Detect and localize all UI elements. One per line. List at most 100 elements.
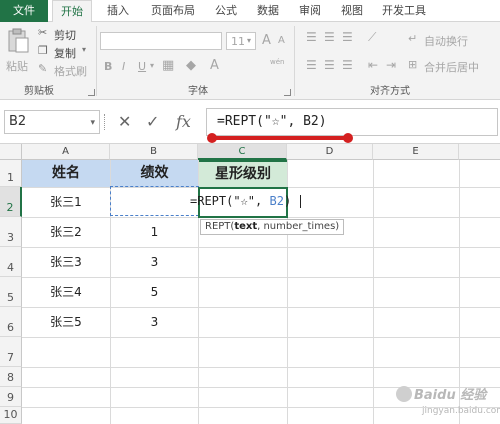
format-painter-button[interactable]: ✎ 格式刷 — [38, 62, 92, 78]
font-color-icon[interactable]: A — [210, 58, 219, 73]
tab-insert[interactable]: 插入 — [98, 0, 138, 22]
name-box[interactable]: B2 ▾ — [4, 110, 100, 134]
annotation-underline — [207, 133, 353, 143]
grow-font-icon[interactable]: A — [262, 33, 271, 48]
border-icon[interactable]: ▦ — [162, 58, 174, 73]
tab-data[interactable]: 数据 — [250, 0, 286, 22]
tab-file[interactable]: 文件 — [0, 0, 48, 22]
clipboard-launcher-icon[interactable] — [88, 89, 95, 96]
cell-a6[interactable]: 张三5 — [22, 308, 110, 337]
font-size-dropdown[interactable]: 11 ▾ — [226, 32, 256, 50]
italic-button[interactable]: I — [122, 60, 125, 73]
formula-prefix: =REPT("☆", — [190, 194, 263, 208]
column-header-f[interactable] — [459, 144, 500, 160]
row-number: 4 — [7, 261, 14, 274]
font-name-dropdown[interactable] — [100, 32, 222, 50]
align-right-icon[interactable]: ☰ — [342, 58, 353, 72]
align-middle-icon[interactable]: ☰ — [324, 30, 335, 44]
row-number: 3 — [7, 231, 14, 244]
cell-c1[interactable]: 星形级别 — [199, 160, 287, 187]
copy-icon: ❐ — [38, 44, 48, 57]
grid-line — [22, 367, 500, 368]
column-header-c[interactable]: C — [198, 144, 287, 160]
tab-review[interactable]: 审阅 — [292, 0, 328, 22]
group-divider — [294, 26, 295, 96]
tooltip-function: REPT( — [205, 221, 235, 232]
outdent-icon[interactable]: ⇥ — [386, 58, 396, 72]
row-header-9[interactable]: 9 — [0, 387, 22, 407]
row-header-5[interactable]: 5 — [0, 277, 22, 307]
copy-label: 复制 — [54, 47, 76, 60]
watermark-title: Baidu 经验 — [414, 388, 487, 403]
cell-b4[interactable]: 3 — [111, 248, 198, 277]
formula-input[interactable]: =REPT("☆", B2) — [206, 108, 498, 136]
function-tooltip: REPT(text, number_times) — [200, 219, 345, 235]
tab-home[interactable]: 开始 — [52, 0, 92, 23]
column-header-a[interactable]: A — [22, 144, 110, 160]
tab-page-layout[interactable]: 页面布局 — [144, 0, 202, 22]
cell-a1[interactable]: 姓名 — [22, 160, 110, 187]
cell-edit-text[interactable]: =REPT("☆", B2) — [190, 194, 302, 208]
shrink-font-icon[interactable]: A — [278, 35, 285, 46]
bold-button[interactable]: B — [104, 60, 112, 73]
paste-button[interactable]: 粘贴 — [4, 28, 32, 78]
formula-suffix: ) — [283, 194, 292, 208]
font-launcher-icon[interactable] — [284, 89, 291, 96]
splitter-handle[interactable] — [104, 114, 106, 130]
cell-b3[interactable]: 1 — [111, 218, 198, 247]
row-header-3[interactable]: 3 — [0, 217, 22, 247]
cancel-icon[interactable]: ✕ — [118, 110, 131, 134]
row-header-6[interactable]: 6 — [0, 307, 22, 337]
merge-center-label: 合并后居中 — [424, 61, 479, 74]
group-divider — [96, 26, 97, 96]
scissors-icon: ✂ — [38, 26, 48, 39]
paste-icon — [8, 28, 29, 53]
orientation-icon[interactable]: ⟋ — [368, 30, 376, 45]
cell-b1[interactable]: 绩效 — [111, 160, 198, 187]
cell-a4[interactable]: 张三3 — [22, 248, 110, 277]
tab-developer[interactable]: 开发工具 — [376, 0, 432, 22]
paste-label: 粘贴 — [6, 60, 28, 73]
copy-button[interactable]: ❐ 复制 ▾ — [38, 44, 92, 60]
enter-icon[interactable]: ✓ — [146, 110, 159, 134]
cut-label: 剪切 — [54, 29, 76, 42]
align-bottom-icon[interactable]: ☰ — [342, 30, 353, 44]
tab-formulas[interactable]: 公式 — [208, 0, 244, 22]
row-header-10[interactable]: 10 — [0, 407, 22, 424]
row-header-1[interactable]: 1 — [0, 160, 22, 187]
cell-b6[interactable]: 3 — [111, 308, 198, 337]
row-header-4[interactable]: 4 — [0, 247, 22, 277]
row-header-2[interactable]: 2 — [0, 187, 22, 217]
row-number: 6 — [7, 321, 14, 334]
paw-icon — [396, 386, 412, 402]
column-header-b[interactable]: B — [110, 144, 198, 160]
cut-button[interactable]: ✂ 剪切 — [38, 26, 88, 42]
align-top-icon[interactable]: ☰ — [306, 30, 317, 44]
chevron-down-icon: ▾ — [150, 61, 155, 70]
column-header-e[interactable]: E — [373, 144, 459, 160]
merge-center-button[interactable]: ⊞ 合并后居中 — [408, 58, 500, 74]
insert-function-icon[interactable]: fx — [176, 110, 191, 134]
tooltip-rest: , number_times) — [257, 221, 340, 232]
column-header-d[interactable]: D — [287, 144, 373, 160]
font-size-value: 11 — [231, 35, 245, 48]
align-left-icon[interactable]: ☰ — [306, 58, 317, 72]
cell-a2[interactable]: 张三1 — [22, 188, 110, 217]
phonetic-icon[interactable]: wén — [270, 58, 284, 66]
cell-b5[interactable]: 5 — [111, 278, 198, 307]
referenced-cell-b2[interactable] — [110, 186, 199, 216]
row-header-7[interactable]: 7 — [0, 337, 22, 367]
underline-button[interactable]: U — [138, 60, 146, 73]
chevron-down-icon: ▾ — [247, 36, 252, 45]
select-all-corner[interactable] — [0, 144, 22, 160]
align-center-icon[interactable]: ☰ — [324, 58, 335, 72]
ribbon: 粘贴 ✂ 剪切 ❐ 复制 ▾ ✎ 格式刷 剪贴板 11 ▾ A A B I U … — [0, 22, 500, 100]
wrap-text-button[interactable]: ↵ 自动换行 — [408, 32, 488, 48]
row-header-8[interactable]: 8 — [0, 367, 22, 387]
clipboard-group-label: 剪贴板 — [24, 86, 54, 97]
indent-icon[interactable]: ⇤ — [368, 58, 378, 72]
fill-color-icon[interactable]: ◆ — [186, 58, 196, 73]
cell-a5[interactable]: 张三4 — [22, 278, 110, 307]
tab-view[interactable]: 视图 — [334, 0, 370, 22]
cell-a3[interactable]: 张三2 — [22, 218, 110, 247]
